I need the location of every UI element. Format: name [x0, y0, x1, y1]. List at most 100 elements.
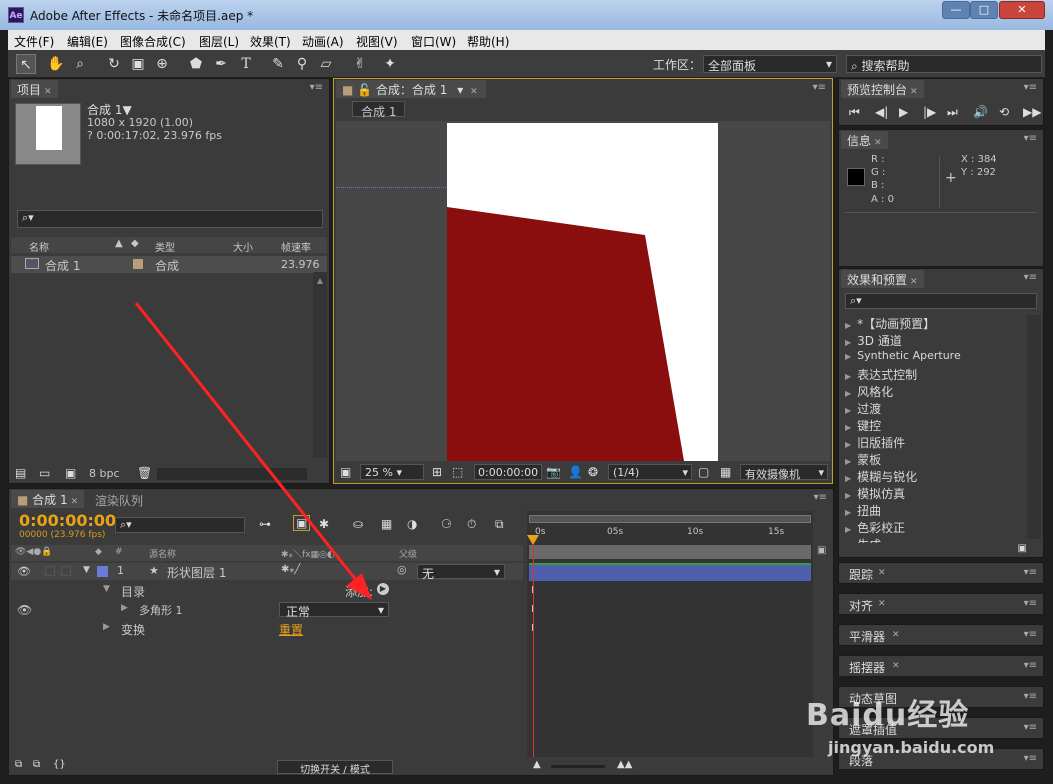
hide-shy-icon[interactable]: ⛀: [353, 517, 363, 531]
workspace-select[interactable]: 全部面板 ▾: [703, 55, 837, 73]
pan-behind-tool-icon[interactable]: ⊕: [152, 54, 172, 74]
first-frame-icon[interactable]: ⏮: [849, 105, 860, 120]
tab-timeline-comp[interactable]: ■ 合成 1 ✕: [11, 490, 85, 508]
audio-icon[interactable]: 🔊: [973, 105, 988, 119]
menu-edit[interactable]: 编辑(E): [67, 33, 108, 50]
rotate-tool-icon[interactable]: ↻: [104, 54, 124, 74]
transparency-grid-icon[interactable]: ▦: [720, 465, 731, 479]
always-preview-icon[interactable]: ▣: [340, 465, 351, 479]
search-help-input[interactable]: ⌕ 搜索帮助: [846, 55, 1042, 73]
panel-menu-icon[interactable]: ▾≡: [1024, 660, 1037, 671]
expand-triangle-icon[interactable]: ▶: [103, 622, 110, 632]
zoom-in-icon[interactable]: ▲▲: [617, 759, 632, 770]
close-icon[interactable]: ✕: [910, 277, 918, 287]
label-color-swatch[interactable]: [133, 259, 143, 269]
chevron-down-icon[interactable]: ▾: [457, 83, 463, 97]
mask-visibility-icon[interactable]: ⬚: [452, 465, 463, 479]
lock-toggle[interactable]: [61, 566, 71, 576]
in-out-pane-icon[interactable]: {}: [53, 759, 66, 770]
region-of-interest-icon[interactable]: ▢: [698, 465, 709, 479]
visibility-eye-icon[interactable]: 👁: [17, 603, 32, 617]
draft-3d-icon[interactable]: ✱: [319, 517, 329, 531]
blend-mode-select[interactable]: 正常 ▾: [279, 602, 389, 619]
show-snapshot-icon[interactable]: 👤: [568, 465, 583, 479]
camera-tool-icon[interactable]: ▣: [128, 54, 148, 74]
project-search-input[interactable]: ⌕▾: [17, 210, 323, 228]
panel-menu-icon[interactable]: ▾≡: [1024, 133, 1037, 144]
tab-info[interactable]: 信息 ✕: [841, 131, 888, 149]
work-area-bar[interactable]: [529, 515, 811, 523]
new-folder-icon[interactable]: ▭: [39, 466, 50, 480]
mini-flowchart-icon[interactable]: ⊶: [259, 517, 271, 531]
effects-search-input[interactable]: ⌕▾: [845, 293, 1037, 309]
tab-composition[interactable]: ■ 🔓 合成：合成 1 ▾ ✕: [336, 80, 486, 98]
smoother-panel[interactable]: 平滑器 ✕ ▾≡: [838, 624, 1044, 646]
effect-category[interactable]: ▶ 模糊与锐化: [845, 468, 917, 485]
col-type[interactable]: 类型: [155, 239, 175, 254]
minimize-button[interactable]: —: [942, 1, 970, 19]
panel-menu-icon[interactable]: ▾≡: [1024, 722, 1037, 733]
menu-effect[interactable]: 效果(T): [250, 33, 291, 50]
comp-button-icon[interactable]: ▣: [817, 545, 831, 559]
live-update-icon[interactable]: ▣: [293, 515, 311, 531]
color-channels-icon[interactable]: ❂: [588, 465, 598, 479]
roto-brush-tool-icon[interactable]: ✌: [350, 54, 370, 74]
close-icon[interactable]: ✕: [71, 497, 79, 507]
layer-switches-pane-icon[interactable]: ⧉: [15, 759, 22, 770]
timeline-search-input[interactable]: ⌕▾: [115, 517, 245, 533]
toggle-switches-modes-button[interactable]: 切换开关 / 模式: [277, 760, 393, 776]
hand-tool-icon[interactable]: ✋: [46, 54, 66, 74]
wiggler-panel[interactable]: 摇摆器 ✕ ▾≡: [838, 655, 1044, 677]
close-icon[interactable]: ✕: [878, 599, 886, 609]
align-panel[interactable]: 对齐 ✕ ▾≡: [838, 593, 1044, 615]
col-name[interactable]: 名称: [29, 239, 49, 254]
panel-menu-icon[interactable]: ▾≡: [1024, 629, 1037, 640]
auto-keyframe-icon[interactable]: ⏱: [467, 517, 476, 532]
maximize-button[interactable]: □: [970, 1, 998, 19]
close-icon[interactable]: ✕: [910, 87, 918, 97]
menu-help[interactable]: 帮助(H): [467, 33, 509, 50]
next-frame-icon[interactable]: |▶: [923, 105, 936, 119]
panel-menu-icon[interactable]: ▾≡: [1024, 272, 1037, 283]
tab-effects-presets[interactable]: 效果和预置 ✕: [841, 270, 924, 288]
frame-blending-icon[interactable]: ▦: [381, 517, 392, 531]
pen-tool-icon[interactable]: ✒: [211, 54, 231, 74]
parent-select[interactable]: 无 ▾: [417, 564, 505, 581]
effect-category[interactable]: ▶ 扭曲: [845, 502, 881, 519]
visibility-eye-icon[interactable]: 👁: [17, 565, 31, 578]
panel-menu-icon[interactable]: ▾≡: [1024, 753, 1037, 764]
playhead-handle[interactable]: [527, 535, 539, 545]
effect-category[interactable]: ▶ 键控: [845, 417, 881, 434]
time-graph[interactable]: 0s 05s 10s 15s I I I: [527, 511, 813, 757]
zoom-tool-icon[interactable]: ⌕: [70, 54, 90, 74]
current-timecode[interactable]: 0:00:00:00: [19, 511, 116, 530]
graph-editor-icon[interactable]: ⧉: [495, 517, 504, 532]
layer-label-color[interactable]: [97, 566, 108, 577]
close-icon[interactable]: ✕: [878, 568, 886, 578]
layer-row[interactable]: 👁 ▼ 1 ★ 形状图层 1 ✱⁎╱ ◎ 无 ▾: [11, 563, 523, 581]
eraser-tool-icon[interactable]: ▱: [316, 54, 336, 74]
contents-row[interactable]: ▼ 目录 添加: ▶: [11, 582, 523, 599]
brainstorm-icon[interactable]: ⚆: [441, 517, 452, 531]
panel-menu-icon[interactable]: ▾≡: [813, 82, 826, 93]
polygon-group-row[interactable]: 👁 ▶ 多角形 1 正常 ▾: [11, 601, 523, 619]
close-icon[interactable]: ✕: [892, 661, 900, 671]
safe-zones-icon[interactable]: ⊞: [432, 465, 442, 479]
reset-link[interactable]: 重置: [279, 621, 303, 638]
ram-preview-icon[interactable]: ▶▶: [1023, 105, 1041, 119]
bit-depth[interactable]: 8 bpc: [89, 467, 120, 480]
close-icon[interactable]: ✕: [44, 87, 52, 97]
collapse-triangle-icon[interactable]: ▼: [103, 584, 110, 594]
trash-icon[interactable]: 🗑: [137, 466, 152, 480]
comp-canvas[interactable]: [447, 121, 719, 461]
text-tool-icon[interactable]: T: [236, 54, 256, 74]
puppet-tool-icon[interactable]: ✦: [380, 54, 400, 74]
close-button[interactable]: ✕: [999, 1, 1045, 19]
viewer-timecode[interactable]: 0:00:00:00: [474, 464, 542, 480]
comp-breadcrumb[interactable]: 合成 1: [352, 101, 406, 119]
effect-category[interactable]: ▶ 表达式控制: [845, 366, 917, 383]
tracker-panel[interactable]: 跟踪 ✕ ▾≡: [838, 562, 1044, 584]
play-icon[interactable]: ▶: [899, 105, 908, 119]
lock-icon[interactable]: ■ 🔓: [342, 83, 372, 97]
camera-select[interactable]: 有效摄像机 ▾: [740, 464, 828, 481]
